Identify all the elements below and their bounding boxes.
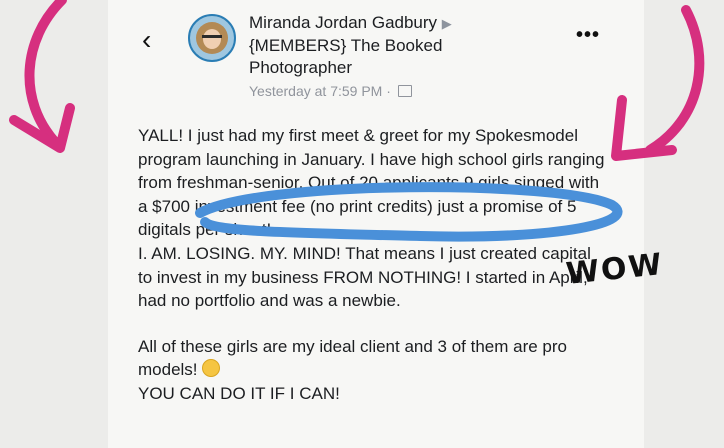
paragraph-4: YOU CAN DO IT IF I CAN! bbox=[138, 383, 340, 403]
post-timestamp: Yesterday at 7:59 PM · bbox=[249, 82, 412, 100]
post-header: Miranda Jordan Gadbury ▶ {MEMBERS} The B… bbox=[249, 12, 539, 79]
group-name[interactable]: {MEMBERS} The Booked Photographer bbox=[249, 36, 442, 77]
more-options-button[interactable]: ••• bbox=[576, 24, 600, 47]
left-arrow-head-annotation bbox=[9, 103, 75, 153]
avatar-glasses bbox=[202, 35, 222, 38]
avatar[interactable] bbox=[188, 14, 236, 62]
post-body: YALL! I just had my first meet & greet f… bbox=[138, 124, 608, 406]
timestamp-text[interactable]: Yesterday at 7:59 PM · bbox=[249, 83, 395, 99]
paragraph-3: All of these girls are my ideal client a… bbox=[138, 335, 608, 382]
laughing-crying-emoji-icon bbox=[202, 359, 221, 378]
right-arrow-annotation bbox=[645, 5, 705, 155]
left-arrow-annotation bbox=[24, 0, 67, 147]
paragraph-3-text: All of these girls are my ideal client a… bbox=[138, 336, 567, 380]
avatar-face bbox=[203, 29, 221, 49]
share-arrow-icon: ▶ bbox=[441, 16, 452, 31]
friends-icon bbox=[397, 85, 412, 97]
author-name[interactable]: Miranda Jordan Gadbury bbox=[249, 13, 437, 32]
paragraph-1: YALL! I just had my first meet & greet f… bbox=[138, 126, 605, 240]
back-button[interactable]: ‹ bbox=[142, 26, 166, 54]
paragraph-2: I. AM. LOSING. MY. MIND! That means I ju… bbox=[138, 243, 591, 311]
